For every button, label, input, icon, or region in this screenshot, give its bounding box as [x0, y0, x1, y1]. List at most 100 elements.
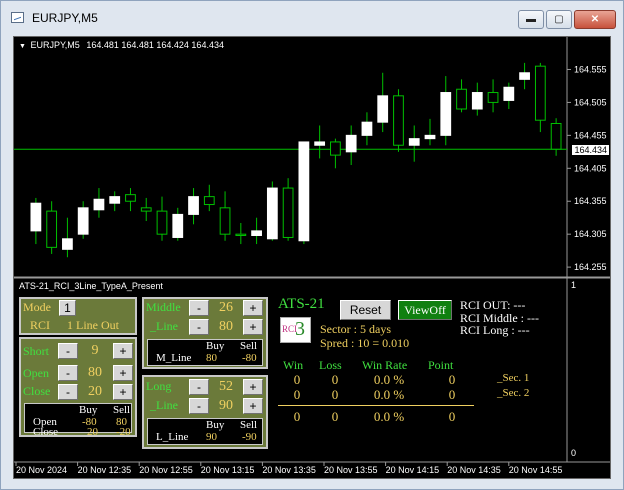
- candle-body: [93, 198, 105, 211]
- y-tick-label: 164.555: [574, 64, 607, 74]
- middle-plus-button[interactable]: +: [243, 300, 263, 316]
- stats-sec1-win-rate: 0.0 %: [373, 372, 405, 387]
- mode-box: Mode 1 RCI 1 Line Out: [19, 297, 137, 335]
- candle-body: [298, 141, 310, 242]
- candle-body: [361, 121, 373, 136]
- stats-header-loss: Loss: [319, 358, 342, 372]
- dropdown-arrow-icon[interactable]: ▼: [19, 43, 26, 50]
- long-signal-table: Buy Sell L_Line 90 -90: [147, 418, 263, 445]
- long-value: 52: [219, 379, 233, 394]
- candle-body: [251, 230, 262, 236]
- y-tick-label: 164.505: [574, 97, 607, 107]
- long-table-row-label: L_Line: [156, 431, 189, 443]
- candle-body: [172, 213, 184, 238]
- candle-body: [393, 95, 404, 146]
- candle-body: [377, 95, 389, 123]
- stats-header-win: Win: [283, 358, 304, 372]
- candle-body: [282, 187, 294, 238]
- mode-label: Mode: [23, 300, 51, 314]
- long-plus-button[interactable]: +: [243, 379, 263, 395]
- long-line-minus-button[interactable]: -: [189, 398, 209, 414]
- long-box: Long - 52 + _Line - 90 + Buy Sell L_Line…: [142, 375, 268, 449]
- stats-header-win-rate: Win Rate: [362, 358, 408, 372]
- sector-info: Sector : 5 days: [320, 322, 391, 336]
- long-line-plus-button[interactable]: +: [243, 398, 263, 414]
- candle-body: [77, 207, 89, 235]
- stats-sec2-win-rate: 0.0 %: [373, 387, 405, 402]
- x-tick-label: 20 Nov 14:55: [509, 465, 563, 475]
- rci-label: RCI: [30, 318, 51, 332]
- stats-sec1-loss: 0: [331, 372, 339, 387]
- stats-divider: [278, 405, 474, 406]
- long-table-sell: -90: [242, 431, 257, 443]
- short-table-close-sell: -20: [116, 426, 131, 438]
- stats-sec2-point: 0: [448, 387, 456, 402]
- candle-body: [235, 233, 247, 236]
- chart-header: ▼ EURJPY,M5 164.481 164.481 164.424 164.…: [19, 40, 224, 50]
- middle-value: 26: [219, 300, 233, 315]
- close-minus-button[interactable]: -: [58, 384, 78, 400]
- candle-body: [62, 238, 73, 250]
- candle-body: [534, 65, 546, 121]
- short-label: Short: [23, 344, 50, 358]
- candle-body: [203, 196, 215, 206]
- x-tick-label: 20 Nov 12:55: [139, 465, 193, 475]
- stats-total-loss: 0: [331, 409, 339, 424]
- open-plus-button[interactable]: +: [113, 365, 133, 381]
- x-tick-label: 20 Nov 14:35: [447, 465, 501, 475]
- open-label: Open: [23, 366, 49, 380]
- rci-mode-value: 1 Line Out: [67, 318, 119, 332]
- reset-button[interactable]: Reset: [340, 300, 391, 320]
- close-plus-button[interactable]: +: [113, 384, 133, 400]
- long-minus-button[interactable]: -: [189, 379, 209, 395]
- spread-info: Spred : 10 = 0.010: [320, 336, 410, 350]
- middle-label: Middle: [146, 300, 181, 314]
- candle-body: [471, 92, 483, 110]
- y-tick-label: 164.255: [574, 262, 607, 272]
- current-price-tag: 164.434: [572, 145, 609, 155]
- middle-minus-button[interactable]: -: [189, 300, 209, 316]
- stats-sec2-label: _Sec. 2: [497, 387, 530, 399]
- maximize-button[interactable]: ▢: [546, 10, 572, 29]
- short-minus-button[interactable]: -: [58, 343, 78, 359]
- y-tick-label: 164.305: [574, 229, 607, 239]
- mode-button[interactable]: 1: [59, 300, 76, 316]
- ohlc-values: 164.481 164.481 164.424 164.434: [86, 40, 224, 50]
- stats-header-point: Point: [428, 358, 454, 372]
- middle-line-minus-button[interactable]: -: [189, 319, 209, 335]
- subwindow-axis-top: 1: [571, 280, 577, 290]
- middle-table-row-label: M_Line: [156, 352, 192, 364]
- candle-body: [140, 207, 152, 212]
- candle-body: [46, 210, 58, 248]
- short-plus-button[interactable]: +: [113, 343, 133, 359]
- open-value: 80: [88, 365, 102, 380]
- long-line-value: 90: [219, 398, 233, 413]
- middle-table-sell-header: Sell: [240, 340, 258, 352]
- short-box: Short - 9 + Open - 80 + Close - 20 + Buy…: [19, 337, 137, 438]
- subwindow-axis-bottom: 0: [571, 448, 577, 458]
- rci3-logo: RCI 3: [280, 317, 311, 343]
- short-table-sell-header: Sell: [113, 404, 131, 416]
- close-button[interactable]: ✕: [574, 10, 616, 29]
- y-tick-label: 164.405: [574, 163, 607, 173]
- candle-body: [330, 141, 341, 156]
- price-chart[interactable]: 164.555 164.505 164.455 164.405 164.355 164.3…: [13, 36, 611, 479]
- stats-sec1-label: _Sec. 1: [497, 372, 530, 384]
- middle-line-plus-button[interactable]: +: [243, 319, 263, 335]
- middle-table-buy-header: Buy: [206, 340, 225, 352]
- minimize-button[interactable]: ▬: [518, 10, 544, 29]
- view-off-button[interactable]: ViewOff: [398, 300, 452, 320]
- candle-body: [503, 86, 515, 101]
- rci3-logo-number: 3: [295, 318, 305, 340]
- candle-body: [345, 134, 357, 153]
- x-tick-label: 20 Nov 13:15: [201, 465, 255, 475]
- window-title: EURJPY,M5: [32, 11, 98, 25]
- candle-body: [156, 210, 168, 235]
- close-value: 20: [88, 384, 102, 399]
- open-minus-button[interactable]: -: [58, 365, 78, 381]
- long-table-buy: 90: [206, 431, 217, 443]
- title-bar[interactable]: EURJPY,M5 ▬ ▢ ✕: [1, 1, 623, 35]
- x-tick-label: 20 Nov 13:55: [324, 465, 378, 475]
- stats-total-win: 0: [293, 409, 301, 424]
- candle-body: [487, 92, 499, 103]
